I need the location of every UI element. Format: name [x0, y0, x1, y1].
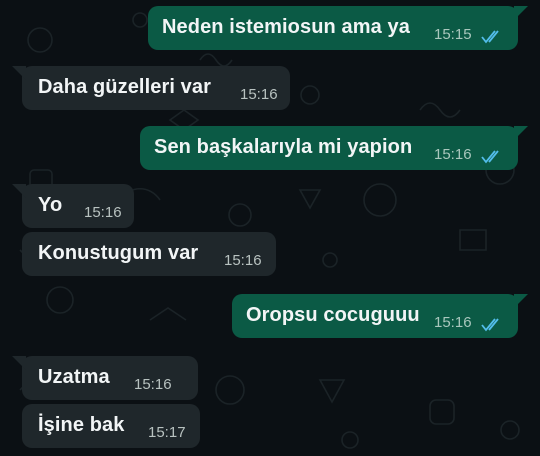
message-list: Neden istemiosun ama ya 15:15 Daha güzel… — [0, 0, 540, 456]
message-time: 15:16 — [434, 146, 472, 163]
message-text: Konustugum var — [38, 242, 199, 264]
message-outgoing[interactable]: Neden istemiosun ama ya 15:15 — [148, 6, 528, 50]
message-outgoing[interactable]: Oropsu cocuguuu 15:16 — [232, 294, 528, 338]
double-check-read-icon — [481, 30, 503, 44]
double-check-read-icon — [481, 318, 503, 332]
message-time: 15:16 — [224, 252, 262, 269]
message-incoming[interactable]: Daha güzelleri var 15:16 — [12, 66, 290, 110]
message-incoming[interactable]: Uzatma 15:16 — [12, 356, 198, 400]
message-text: Sen başkalarıyla mi yapion — [154, 136, 413, 158]
message-incoming[interactable]: Konustugum var 15:16 — [22, 232, 276, 276]
message-incoming[interactable]: İşine bak 15:17 — [22, 404, 200, 448]
message-time: 15:16 — [84, 204, 122, 221]
message-time: 15:17 — [148, 424, 186, 441]
message-text: Yo — [38, 194, 63, 216]
message-text: İşine bak — [38, 414, 125, 436]
message-incoming[interactable]: Yo 15:16 — [12, 184, 134, 228]
message-time: 15:16 — [434, 314, 472, 331]
message-text: Uzatma — [38, 366, 110, 388]
message-time: 15:15 — [434, 26, 472, 43]
message-text: Neden istemiosun ama ya — [162, 16, 410, 38]
double-check-read-icon — [481, 150, 503, 164]
message-time: 15:16 — [134, 376, 172, 393]
message-text: Oropsu cocuguuu — [246, 304, 420, 326]
message-text: Daha güzelleri var — [38, 76, 211, 98]
message-time: 15:16 — [240, 86, 278, 103]
message-outgoing[interactable]: Sen başkalarıyla mi yapion 15:16 — [140, 126, 528, 170]
